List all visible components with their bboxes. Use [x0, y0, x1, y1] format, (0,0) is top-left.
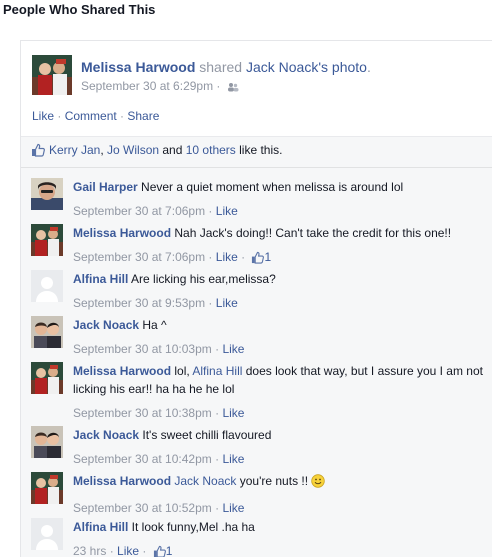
comment-timestamp[interactable]: September 30 at 10:42pm [73, 452, 212, 466]
post-possessive: 's [318, 59, 329, 75]
comment-like-count[interactable]: 1 [166, 544, 173, 557]
liker-link-2[interactable]: Jo Wilson [107, 143, 159, 157]
comment-meta: 23 hrs · Like · 1 [73, 542, 491, 557]
meta-separator: · [106, 544, 118, 557]
comment-author-link[interactable]: Jack Noack [73, 318, 139, 332]
avatar-gail-harper[interactable] [31, 178, 63, 210]
mention-link[interactable]: Alfina Hill [192, 364, 242, 378]
comment-meta: September 30 at 10:42pm · Like [73, 450, 491, 468]
comment-author-link[interactable]: Jack Noack [73, 428, 139, 442]
comment-meta: September 30 at 7:06pm · Like · 1 [73, 248, 491, 269]
comment-meta: September 30 at 10:38pm · Like [73, 404, 491, 422]
action-separator: · [116, 109, 128, 123]
comment-like-link[interactable]: Like [222, 342, 244, 356]
meta-separator: · [139, 544, 150, 557]
meta-separator: · [205, 250, 216, 264]
post-actions: Like · Comment · Share [32, 109, 159, 123]
post-verb: shared [199, 59, 243, 75]
comment-text: Never a quiet moment when melissa is aro… [137, 180, 404, 194]
page-title: People Who Shared This [3, 2, 156, 17]
post-author-link[interactable]: Melissa Harwood [81, 59, 195, 75]
share-action[interactable]: Share [127, 109, 159, 123]
action-separator: · [54, 109, 65, 123]
comment-like-link[interactable]: Like [222, 452, 244, 466]
comment-author-link[interactable]: Alfina Hill [73, 272, 128, 286]
share-story: Melissa Harwood shared Jack Noack's phot… [20, 40, 492, 557]
meta-separator: · [237, 250, 249, 264]
avatar-melissa-harwood[interactable] [31, 472, 63, 504]
comment-text: It's sweet chilli flavoured [139, 428, 272, 442]
comment-timestamp[interactable]: 23 hrs [73, 544, 106, 557]
comment-meta: September 30 at 10:52pm · Like [73, 499, 491, 517]
comment-author-link[interactable]: Gail Harper [73, 180, 138, 194]
comment-timestamp[interactable]: September 30 at 9:53pm [73, 296, 205, 310]
post-header: Melissa Harwood shared Jack Noack's phot… [32, 55, 487, 99]
meta-separator: · [211, 452, 223, 466]
avatar-melissa-harwood[interactable] [31, 362, 63, 394]
post-timestamp[interactable]: September 30 at 6:29pm [81, 79, 213, 93]
comment-author-link[interactable]: Melissa Harwood [73, 474, 171, 488]
meta-separator: · [211, 501, 223, 515]
comment-text: you're nuts !! [236, 474, 312, 488]
comment-like-count[interactable]: 1 [264, 250, 271, 264]
comment-author-link[interactable]: Alfina Hill [73, 520, 128, 534]
like-action[interactable]: Like [32, 109, 54, 123]
friends-icon[interactable] [227, 81, 239, 95]
comment-like-link[interactable]: Like [222, 501, 244, 515]
liker-link-1[interactable]: Kerry Jan [49, 143, 100, 157]
avatar-alfina-hill[interactable] [31, 518, 63, 550]
comment-timestamp[interactable]: September 30 at 7:06pm [73, 250, 205, 264]
meta-separator: · [211, 342, 223, 356]
comment-like-link[interactable]: Like [216, 296, 238, 310]
comment-meta: September 30 at 9:53pm · Like [73, 294, 491, 312]
post-owner-link[interactable]: Jack Noack [246, 59, 318, 75]
comment-meta: September 30 at 7:06pm · Like [73, 202, 491, 220]
comment-timestamp[interactable]: September 30 at 7:06pm [73, 204, 205, 218]
comment-author-link[interactable]: Melissa Harwood [73, 226, 171, 240]
avatar-jack-noack[interactable] [31, 316, 63, 348]
comment-like-link[interactable]: Like [216, 250, 238, 264]
meta-separator: · [211, 406, 223, 420]
comment-author-link[interactable]: Melissa Harwood [73, 364, 171, 378]
post-object-link[interactable]: photo [332, 59, 367, 75]
comment-like-link[interactable]: Like [117, 544, 139, 557]
comment-text: Are licking his ear,melissa? [128, 272, 276, 286]
comment-like-link[interactable]: Like [222, 406, 244, 420]
ufi-feedback: Kerry Jan, Jo Wilson and 10 others like … [21, 136, 492, 557]
likes-and: and [159, 143, 186, 157]
comment-timestamp[interactable]: September 30 at 10:03pm [73, 342, 212, 356]
comment-text: It look funny,Mel .ha ha [128, 520, 255, 534]
comment-like-link[interactable]: Like [216, 204, 238, 218]
meta-separator: · [205, 204, 216, 218]
comment-action[interactable]: Comment [65, 109, 117, 123]
thumbs-up-icon[interactable] [153, 545, 166, 557]
divider [21, 167, 492, 168]
post-period: . [366, 59, 371, 75]
post-timestamp-row: September 30 at 6:29pm · [81, 79, 239, 95]
meta-separator: · [205, 296, 216, 310]
thumbs-up-icon[interactable] [251, 251, 265, 269]
mention-link[interactable]: Jack Noack [174, 474, 236, 488]
comment-text: Nah Jack's doing!! Can't take the credit… [171, 226, 452, 240]
others-link[interactable]: 10 others [186, 143, 236, 157]
comment-timestamp[interactable]: September 30 at 10:38pm [73, 406, 212, 420]
avatar-melissa-harwood[interactable] [31, 224, 63, 256]
comment-text: Ha ^ [139, 318, 167, 332]
comment-meta: September 30 at 10:03pm · Like [73, 340, 491, 358]
comment-text: lol, [171, 364, 193, 378]
likes-suffix: like this. [235, 143, 283, 157]
post-time-separator: · [213, 79, 224, 93]
comment-timestamp[interactable]: September 30 at 10:52pm [73, 501, 212, 515]
avatar-alfina-hill[interactable] [31, 270, 63, 302]
post-story-line: Melissa Harwood shared Jack Noack's phot… [81, 59, 371, 75]
thumbs-up-icon [31, 143, 45, 160]
avatar-jack-noack[interactable] [31, 426, 63, 458]
likes-summary: Kerry Jan, Jo Wilson and 10 others like … [31, 143, 486, 163]
avatar-melissa-harwood[interactable] [32, 55, 72, 95]
smiley-emoji [311, 474, 326, 493]
